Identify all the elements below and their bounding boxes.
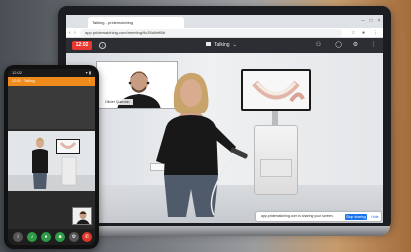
participant-name-label: Olivier Querrion [102, 99, 133, 105]
main-video-stage: Olivier Querrion app.pridematching.com i… [66, 53, 383, 223]
stop-sharing-button[interactable]: Stop sharing [345, 213, 367, 220]
presenter-figure [156, 72, 248, 217]
more-options-icon[interactable]: ⋮ [369, 41, 378, 50]
speaker-icon[interactable]: ♪ [27, 232, 37, 242]
camera-toggle-icon[interactable]: ■ [55, 232, 65, 242]
browser-tab-bar: Talking - pridematching – □ × [66, 15, 383, 28]
scanner-monitor [241, 69, 311, 111]
laptop-screen: Talking - pridematching – □ × ‹ › app.pr… [66, 15, 383, 223]
settings-icon[interactable]: ⚙ [69, 232, 79, 242]
hang-up-icon[interactable]: ✆ [82, 232, 92, 242]
phone-blank-area [8, 86, 95, 129]
bookmark-star-icon[interactable]: ☆ [351, 29, 355, 37]
phone-video-scene [8, 131, 95, 191]
laptop: Talking - pridematching – □ × ‹ › app.pr… [58, 6, 391, 230]
phone-call-controls: i ♪ ● ■ ⚙ ✆ [8, 229, 95, 245]
phone-self-view[interactable] [72, 207, 92, 225]
cart-panel [260, 159, 292, 177]
browser-menu-icon[interactable]: ⋮ [373, 29, 378, 37]
dental-arch-image [243, 71, 309, 109]
talking-status[interactable]: Talking ⌄ [206, 41, 237, 50]
chat-icon[interactable]: ◯ [334, 41, 343, 50]
phone-meeting-header: 12:02 · Talking ⋮ [8, 77, 95, 86]
address-toolbar: ‹ › app.pridematching.com/meeting/9c35d4… [66, 28, 383, 38]
share-message: app.pridematching.com is sharing your sc… [261, 214, 334, 218]
smartphone: 12:02 ▾ ▮ 12:02 · Talking ⋮ i ♪ ● ■ ⚙ ✆ [4, 65, 99, 249]
browser-tab[interactable]: Talking - pridematching [88, 17, 184, 28]
monitor-stand [272, 111, 278, 125]
more-info-icon[interactable]: i [13, 232, 23, 242]
back-arrow-icon[interactable]: ‹ [69, 29, 71, 37]
meeting-timer-badge: 12:02 [72, 41, 92, 50]
close-icon[interactable]: × [376, 18, 382, 24]
phone-status-bar: 12:02 ▾ ▮ [8, 69, 95, 77]
phone-menu-icon[interactable]: ⋮ [87, 77, 92, 86]
dental-scan-view [243, 71, 309, 109]
forward-arrow-icon[interactable]: › [74, 29, 76, 37]
camera-icon [206, 42, 211, 46]
chevron-down-icon: ⌄ [232, 42, 237, 48]
phone-screen: 12:02 ▾ ▮ 12:02 · Talking ⋮ i ♪ ● ■ ⚙ ✆ [8, 69, 95, 245]
add-participant-icon[interactable]: ⚇ [314, 41, 323, 50]
self-view-figure [73, 208, 91, 224]
meeting-toolbar: 12:02 i Talking ⌄ ⚇ ◯ ⚙ ⋮ [66, 38, 383, 53]
info-icon[interactable]: i [99, 42, 106, 49]
talking-status-label: Talking [214, 42, 230, 48]
minimize-icon[interactable]: – [360, 18, 366, 24]
maximize-icon[interactable]: □ [368, 18, 374, 24]
phone-shared-video[interactable] [8, 131, 95, 191]
microphone-icon[interactable]: ● [41, 232, 51, 242]
phone-signal-battery-icon: ▾ ▮ [85, 70, 91, 75]
phone-header-title: 12:02 · Talking [12, 79, 35, 83]
phone-clock: 12:02 [12, 70, 23, 75]
hide-button[interactable]: Hide [370, 214, 380, 220]
screen-share-notice: app.pridematching.com is sharing your sc… [256, 212, 381, 221]
url-input[interactable]: app.pridematching.com/meeting/9c35d4eff8… [80, 29, 342, 37]
profile-icon[interactable]: ● [362, 29, 365, 37]
settings-gear-icon[interactable]: ⚙ [351, 41, 360, 50]
